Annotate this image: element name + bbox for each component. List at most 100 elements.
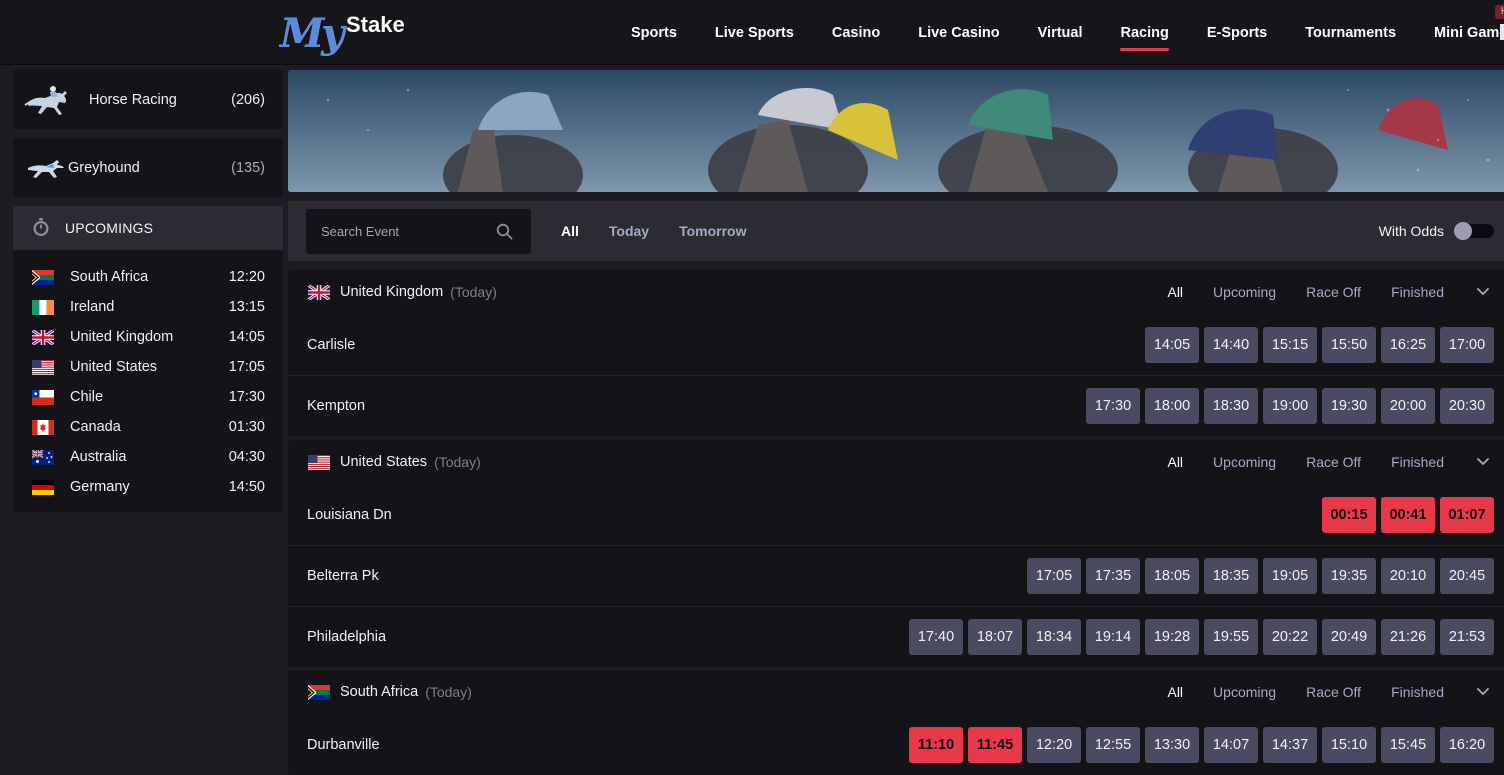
race-time-button[interactable]: 17:05 [1027, 558, 1081, 594]
race-time-button[interactable]: 14:40 [1204, 326, 1258, 363]
race-time-button[interactable]: 17:40 [909, 619, 963, 655]
nav-item-sports[interactable]: Sports [612, 0, 696, 65]
status-tab-all[interactable]: All [1167, 684, 1183, 700]
race-time-button[interactable]: 17:30 [1086, 388, 1140, 424]
nav-item-virtual[interactable]: Virtual [1019, 0, 1102, 65]
filter-tab-tomorrow[interactable]: Tomorrow [679, 223, 746, 239]
main-nav: Sports Live Sports Casino Live Casino Virtua… [612, 0, 1504, 65]
track-name[interactable]: Durbanville [307, 737, 380, 753]
chevron-down-icon[interactable] [1476, 684, 1490, 701]
race-time-button[interactable]: 21:26 [1381, 619, 1435, 655]
race-time-button[interactable]: 15:50 [1322, 326, 1376, 363]
upcoming-country: Canada [70, 419, 121, 435]
horse-icon [23, 82, 79, 118]
race-time-button-live[interactable]: 01:07 [1440, 496, 1494, 533]
status-tab-upcoming[interactable]: Upcoming [1213, 684, 1276, 700]
search-icon[interactable] [496, 223, 513, 243]
track-row: Belterra Pk 17:05 17:35 18:05 18:35 19:05 19:3… [288, 545, 1504, 606]
filter-tab-all[interactable]: All [561, 223, 579, 239]
race-time-button[interactable]: 18:07 [968, 619, 1022, 655]
race-time-button[interactable]: 20:45 [1440, 558, 1494, 594]
race-time-button[interactable]: 18:34 [1027, 619, 1081, 655]
status-tab-all[interactable]: All [1167, 454, 1183, 470]
nav-item-mini-games[interactable]: Mini GamesHot [1415, 0, 1504, 65]
sidebar-item-horse-racing[interactable]: Horse Racing (206) [13, 70, 283, 129]
track-name[interactable]: Belterra Pk [307, 568, 379, 584]
upcoming-item[interactable]: Ireland 13:15 [31, 292, 265, 322]
race-time-button[interactable]: 16:20 [1440, 726, 1494, 763]
race-time-button[interactable]: 20:00 [1381, 388, 1435, 424]
upcoming-item[interactable]: South Africa 12:20 [31, 262, 265, 292]
race-time-button[interactable]: 19:00 [1263, 388, 1317, 424]
track-name[interactable]: Carlisle [307, 337, 355, 353]
filter-tab-today[interactable]: Today [609, 223, 649, 239]
race-time-button[interactable]: 13:30 [1145, 726, 1199, 763]
race-time-button-live[interactable]: 00:15 [1322, 496, 1376, 533]
race-time-button[interactable]: 18:30 [1204, 388, 1258, 424]
status-tab-race-off[interactable]: Race Off [1306, 454, 1361, 470]
status-tab-upcoming[interactable]: Upcoming [1213, 454, 1276, 470]
mystake-logo[interactable]: My Stake [280, 10, 420, 57]
race-time-button[interactable]: 18:35 [1204, 558, 1258, 594]
track-name[interactable]: Philadelphia [307, 629, 386, 645]
upcoming-item[interactable]: Australia 04:30 [31, 442, 265, 472]
status-tab-finished[interactable]: Finished [1391, 684, 1444, 700]
race-time-button[interactable]: 15:15 [1263, 326, 1317, 363]
track-name[interactable]: Kempton [307, 398, 365, 414]
race-time-button[interactable]: 16:25 [1381, 326, 1435, 363]
race-time-button[interactable]: 14:37 [1263, 726, 1317, 763]
race-time-button[interactable]: 12:55 [1086, 726, 1140, 763]
track-row: Carlisle 14:05 14:40 15:15 15:50 16:25 17:00 [288, 314, 1504, 375]
sidebar-item-count: (135) [231, 159, 265, 176]
nav-item-e-sports[interactable]: E-Sports [1188, 0, 1286, 65]
status-tab-all[interactable]: All [1167, 284, 1183, 300]
race-time-button[interactable]: 19:35 [1322, 558, 1376, 594]
race-time-button[interactable]: 17:00 [1440, 326, 1494, 363]
race-time-button-live[interactable]: 00:41 [1381, 496, 1435, 533]
race-time-button[interactable]: 19:55 [1204, 619, 1258, 655]
race-time-button[interactable]: 19:28 [1145, 619, 1199, 655]
upcomings-list: South Africa 12:20 Ireland 13:15 United King… [13, 250, 283, 512]
race-time-button[interactable]: 15:10 [1322, 726, 1376, 763]
status-tab-race-off[interactable]: Race Off [1306, 284, 1361, 300]
track-name[interactable]: Louisiana Dn [307, 507, 392, 523]
race-time-button[interactable]: 20:10 [1381, 558, 1435, 594]
chevron-down-icon[interactable] [1476, 454, 1490, 471]
status-tab-race-off[interactable]: Race Off [1306, 684, 1361, 700]
nav-item-live-casino[interactable]: Live Casino [899, 0, 1018, 65]
upcoming-item[interactable]: United Kingdom 14:05 [31, 322, 265, 352]
nav-item-tournaments[interactable]: Tournaments [1286, 0, 1415, 65]
race-time-button[interactable]: 12:20 [1027, 726, 1081, 763]
chevron-down-icon[interactable] [1476, 284, 1490, 301]
race-time-button[interactable]: 19:14 [1086, 619, 1140, 655]
race-time-button[interactable]: 14:05 [1145, 326, 1199, 363]
with-odds-toggle[interactable] [1454, 222, 1494, 240]
race-time-button-live[interactable]: 11:45 [968, 726, 1022, 763]
status-tab-finished[interactable]: Finished [1391, 454, 1444, 470]
race-time-button-live[interactable]: 11:10 [909, 726, 963, 763]
nav-item-racing[interactable]: Racing [1101, 0, 1187, 65]
race-time-button[interactable]: 17:35 [1086, 558, 1140, 594]
nav-item-live-sports[interactable]: Live Sports [696, 0, 813, 65]
upcoming-time: 12:20 [228, 269, 265, 285]
race-time-button[interactable]: 20:22 [1263, 619, 1317, 655]
upcoming-item[interactable]: United States 17:05 [31, 352, 265, 382]
upcoming-item[interactable]: Canada 01:30 [31, 412, 265, 442]
status-tab-finished[interactable]: Finished [1391, 284, 1444, 300]
race-time-button[interactable]: 19:30 [1322, 388, 1376, 424]
upcoming-item[interactable]: Germany 14:50 [31, 472, 265, 502]
sidebar-item-greyhound[interactable]: Greyhound (135) [13, 138, 283, 197]
race-time-button[interactable]: 19:05 [1263, 558, 1317, 594]
race-time-button[interactable]: 21:53 [1440, 619, 1494, 655]
nav-overflow-item[interactable] [1500, 24, 1504, 40]
race-time-button[interactable]: 14:07 [1204, 726, 1258, 763]
race-time-button[interactable]: 18:05 [1145, 558, 1199, 594]
race-time-button[interactable]: 20:30 [1440, 388, 1494, 424]
upcoming-item[interactable]: Chile 17:30 [31, 382, 265, 412]
status-tab-upcoming[interactable]: Upcoming [1213, 284, 1276, 300]
nav-item-casino[interactable]: Casino [813, 0, 899, 65]
race-time-button[interactable]: 18:00 [1145, 388, 1199, 424]
race-time-button[interactable]: 20:49 [1322, 619, 1376, 655]
search-input[interactable] [321, 224, 491, 239]
race-time-button[interactable]: 15:45 [1381, 726, 1435, 763]
